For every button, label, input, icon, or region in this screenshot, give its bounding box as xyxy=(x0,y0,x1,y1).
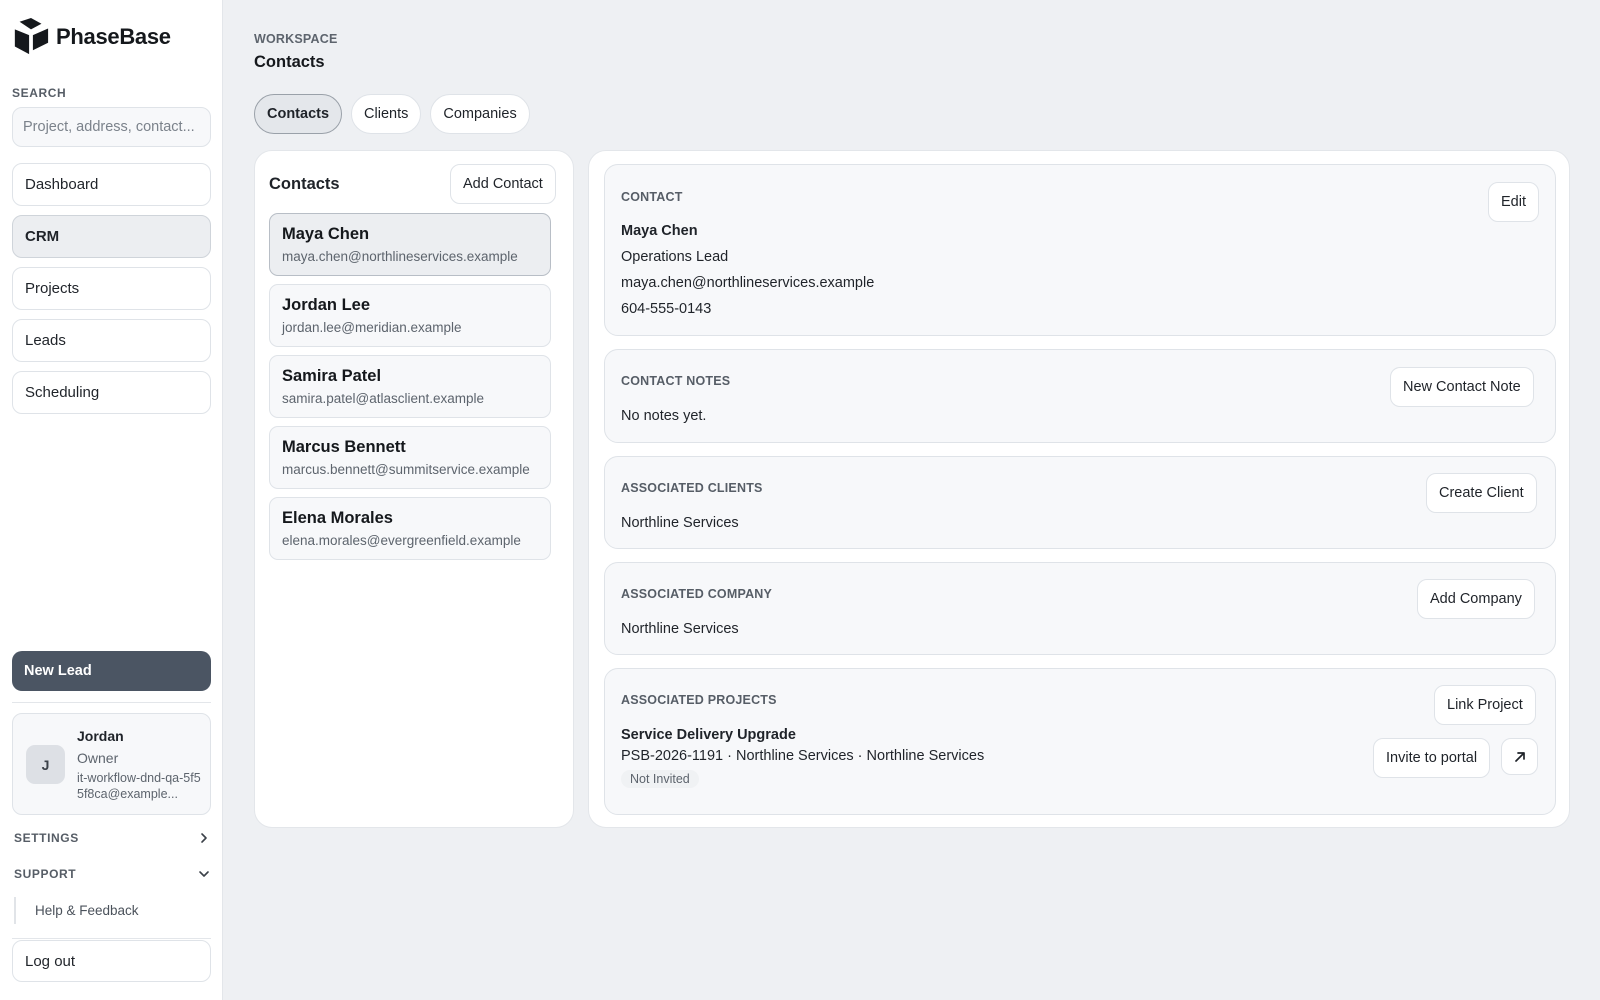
add-company-button[interactable]: Add Company xyxy=(1417,579,1535,619)
user-email: it-workflow-dnd-qa-5f55f8ca@example... xyxy=(77,771,201,801)
project-name[interactable]: Service Delivery Upgrade xyxy=(621,727,796,743)
create-client-button[interactable]: Create Client xyxy=(1426,473,1537,513)
nav-label: Dashboard xyxy=(25,176,99,193)
new-lead-button[interactable]: New Lead xyxy=(12,651,211,691)
tab-companies[interactable]: Companies xyxy=(430,94,530,134)
contact-list-item[interactable]: Jordan Lee jordan.lee@meridian.example xyxy=(269,284,551,347)
nav-dashboard[interactable]: Dashboard xyxy=(12,163,211,206)
projects-section-label: ASSOCIATED PROJECTS xyxy=(621,693,777,707)
contact-section-label: CONTACT xyxy=(621,190,683,204)
nav-scheduling[interactable]: Scheduling xyxy=(12,371,211,414)
contact-list-item[interactable]: Marcus Bennett marcus.bennett@summitserv… xyxy=(269,426,551,489)
contact-detail-title: Operations Lead xyxy=(621,249,729,265)
avatar: J xyxy=(26,745,65,784)
associated-projects-card: ASSOCIATED PROJECTS Link Project Service… xyxy=(604,668,1556,815)
chevron-down-icon xyxy=(199,871,209,877)
notes-section-label: CONTACT NOTES xyxy=(621,374,731,388)
logout-button[interactable]: Log out xyxy=(12,940,211,982)
tab-contacts[interactable]: Contacts xyxy=(254,94,343,134)
tab-clients[interactable]: Clients xyxy=(351,94,422,134)
settings-label: SETTINGS xyxy=(14,831,79,845)
contact-email: maya.chen@northlineservices.example xyxy=(282,249,518,264)
nav-leads[interactable]: Leads xyxy=(12,319,211,362)
support-toggle[interactable]: SUPPORT xyxy=(14,867,210,881)
contact-name: Marcus Bennett xyxy=(282,438,406,456)
portal-status-badge: Not Invited xyxy=(621,770,699,788)
associated-company-value: Northline Services xyxy=(621,621,739,637)
contact-list-item[interactable]: Maya Chen maya.chen@northlineservices.ex… xyxy=(269,213,551,276)
page-eyebrow: WORKSPACE xyxy=(254,32,338,46)
contact-list-item[interactable]: Elena Morales elena.morales@evergreenfie… xyxy=(269,497,551,560)
contact-detail-email: maya.chen@northlineservices.example xyxy=(621,275,875,291)
open-project-button[interactable] xyxy=(1501,738,1538,775)
page-title: Contacts xyxy=(254,53,325,71)
project-meta: PSB-2026-1191 · Northline Services · Nor… xyxy=(621,748,985,764)
company-section-label: ASSOCIATED COMPANY xyxy=(621,587,773,601)
contact-card: CONTACT Edit Maya Chen Operations Lead m… xyxy=(604,164,1556,336)
contact-name: Samira Patel xyxy=(282,367,382,385)
edit-contact-button[interactable]: Edit xyxy=(1488,182,1539,222)
invite-to-portal-button[interactable]: Invite to portal xyxy=(1373,738,1491,778)
contacts-list-title: Contacts xyxy=(269,175,340,193)
contacts-list-panel: Contacts Add Contact Maya Chen maya.chen… xyxy=(254,150,574,828)
associated-clients-card: ASSOCIATED CLIENTS Create Client Northli… xyxy=(604,456,1556,549)
tab-bar: Contacts Clients Companies xyxy=(254,94,530,134)
nav-label: Projects xyxy=(25,280,80,297)
contact-notes-card: CONTACT NOTES New Contact Note No notes … xyxy=(604,349,1556,443)
support-label: SUPPORT xyxy=(14,867,77,881)
nav-crm[interactable]: CRM xyxy=(12,215,211,258)
contact-list-item[interactable]: Samira Patel samira.patel@atlasclient.ex… xyxy=(269,355,551,418)
contact-detail-panel: CONTACT Edit Maya Chen Operations Lead m… xyxy=(588,150,1570,828)
contact-email: marcus.bennett@summitservice.example xyxy=(282,462,530,477)
search-label: SEARCH xyxy=(12,86,67,100)
contact-name: Elena Morales xyxy=(282,509,393,527)
contact-name: Maya Chen xyxy=(282,225,370,243)
add-contact-button[interactable]: Add Contact xyxy=(450,164,556,204)
user-name: Jordan xyxy=(77,728,124,744)
search-input[interactable] xyxy=(12,107,211,147)
nav-label: CRM xyxy=(25,228,60,245)
arrow-up-right-icon xyxy=(1514,751,1525,762)
sidebar-divider xyxy=(12,702,211,703)
chevron-right-icon xyxy=(201,833,207,843)
contact-name: Jordan Lee xyxy=(282,296,371,314)
app-name: PhaseBase xyxy=(56,24,171,49)
phasebase-logo-icon xyxy=(14,18,49,55)
contact-detail-name: Maya Chen xyxy=(621,223,698,239)
associated-client-value: Northline Services xyxy=(621,515,739,531)
nav-projects[interactable]: Projects xyxy=(12,267,211,310)
settings-toggle[interactable]: SETTINGS xyxy=(14,831,210,845)
user-role: Owner xyxy=(77,750,119,766)
nav-label: Scheduling xyxy=(25,384,100,401)
help-feedback-link[interactable]: Help & Feedback xyxy=(14,897,139,924)
contact-email: elena.morales@evergreenfield.example xyxy=(282,533,521,548)
nav-label: Leads xyxy=(25,332,66,349)
contact-email: samira.patel@atlasclient.example xyxy=(282,391,485,406)
clients-section-label: ASSOCIATED CLIENTS xyxy=(621,481,763,495)
link-project-button[interactable]: Link Project xyxy=(1434,685,1536,725)
sidebar: PhaseBase SEARCH Dashboard CRM Projects … xyxy=(0,0,223,1000)
contact-detail-phone: 604-555-0143 xyxy=(621,301,712,317)
notes-empty-text: No notes yet. xyxy=(621,408,707,424)
associated-company-card: ASSOCIATED COMPANY Add Company Northline… xyxy=(604,562,1556,655)
user-card[interactable]: J Jordan Owner it-workflow-dnd-qa-5f55f8… xyxy=(12,713,211,815)
app-logo[interactable]: PhaseBase xyxy=(12,18,171,56)
contact-email: jordan.lee@meridian.example xyxy=(282,320,462,335)
new-contact-note-button[interactable]: New Contact Note xyxy=(1390,367,1534,407)
sidebar-divider xyxy=(12,938,211,939)
